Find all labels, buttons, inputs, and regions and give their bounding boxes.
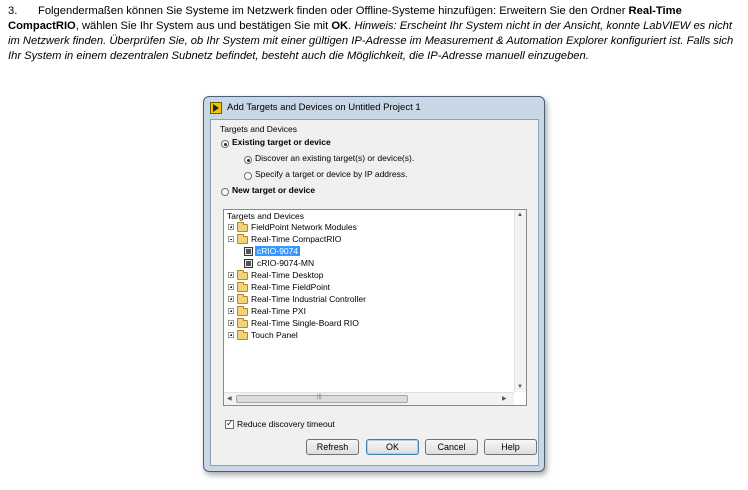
- tree-item-label: Real-Time PXI: [251, 306, 306, 316]
- folder-icon: [237, 294, 248, 304]
- folder-icon: [237, 234, 248, 244]
- labview-icon: [210, 102, 222, 114]
- tree-item-label: Real-Time Single-Board RIO: [251, 318, 359, 328]
- targets-tree[interactable]: Targets and Devices FieldPoint Network M…: [223, 209, 527, 406]
- expand-icon[interactable]: [228, 272, 234, 278]
- step-number: 3.: [8, 5, 18, 17]
- ok-button[interactable]: OK: [366, 439, 419, 455]
- specify-ip-radio[interactable]: [244, 172, 252, 180]
- cancel-button[interactable]: Cancel: [425, 439, 478, 455]
- crio-device-icon: [244, 247, 253, 256]
- folder-icon: [237, 318, 248, 328]
- tree-item-label: FieldPoint Network Modules: [251, 222, 357, 232]
- vertical-scrollbar[interactable]: ▲ ▼: [514, 210, 526, 392]
- horizontal-scroll-thumb[interactable]: |||: [236, 394, 408, 403]
- refresh-button[interactable]: Refresh: [306, 439, 359, 455]
- expand-icon[interactable]: [228, 332, 234, 338]
- tree-item-label: Touch Panel: [251, 330, 298, 340]
- new-target-label[interactable]: New target or device: [232, 185, 315, 195]
- tree-item-label: Real-Time CompactRIO: [251, 234, 342, 244]
- tree-item-label: cRIO-9074: [255, 246, 301, 256]
- tree-item-label: Real-Time FieldPoint: [251, 282, 331, 292]
- expand-icon[interactable]: [228, 308, 234, 314]
- folder-icon: [237, 306, 248, 316]
- horizontal-scrollbar[interactable]: ◀ ||| ▶: [224, 392, 514, 405]
- scroll-right-icon[interactable]: ▶: [502, 395, 507, 402]
- dialog-client-area: Targets and Devices Existing target or d…: [210, 119, 539, 466]
- instruction-text-1: Folgendermaßen können Sie Systeme im Net…: [38, 5, 626, 17]
- dialog-title: Add Targets and Devices on Untitled Proj…: [227, 102, 421, 113]
- scroll-left-icon[interactable]: ◀: [227, 395, 232, 402]
- folder-icon: [237, 222, 248, 232]
- folder-icon: [237, 270, 248, 280]
- dialog-titlebar[interactable]: Add Targets and Devices on Untitled Proj…: [204, 97, 544, 119]
- tree-item-label: Real-Time Industrial Controller: [251, 294, 366, 304]
- crio-device-icon: [244, 259, 253, 268]
- new-target-radio[interactable]: [221, 188, 229, 196]
- existing-target-radio[interactable]: [221, 140, 229, 148]
- scroll-up-icon[interactable]: ▲: [517, 212, 523, 218]
- folder-icon: [237, 282, 248, 292]
- existing-target-label[interactable]: Existing target or device: [232, 137, 331, 147]
- instruction-bold-ok: OK: [331, 20, 349, 32]
- add-targets-dialog: Add Targets and Devices on Untitled Proj…: [203, 96, 545, 472]
- tree-item-label: cRIO-9074-MN: [257, 258, 315, 268]
- instruction-paragraph: 3. Folgendermaßen können Sie Systeme im N…: [8, 4, 738, 64]
- instruction-text-2: , wählen Sie Ihr System aus und bestätig…: [75, 20, 329, 32]
- reduce-timeout-label[interactable]: Reduce discovery timeout: [237, 419, 335, 429]
- grip-icon: |||: [317, 394, 322, 400]
- discover-label[interactable]: Discover an existing target(s) or device…: [255, 153, 414, 163]
- scroll-down-icon[interactable]: ▼: [517, 384, 523, 390]
- folder-icon: [237, 330, 248, 340]
- specify-ip-label[interactable]: Specify a target or device by IP address…: [255, 169, 407, 179]
- discover-radio[interactable]: [244, 156, 252, 164]
- collapse-icon[interactable]: [228, 236, 234, 242]
- expand-icon[interactable]: [228, 320, 234, 326]
- expand-icon[interactable]: [228, 296, 234, 302]
- expand-icon[interactable]: [228, 224, 234, 230]
- tree-header: Targets and Devices: [227, 211, 305, 221]
- tree-item-label: Real-Time Desktop: [251, 270, 324, 280]
- instruction-text-3: .: [348, 20, 352, 32]
- group-label: Targets and Devices: [220, 124, 298, 134]
- expand-icon[interactable]: [228, 284, 234, 290]
- help-button[interactable]: Help: [484, 439, 537, 455]
- reduce-timeout-checkbox[interactable]: [225, 418, 234, 429]
